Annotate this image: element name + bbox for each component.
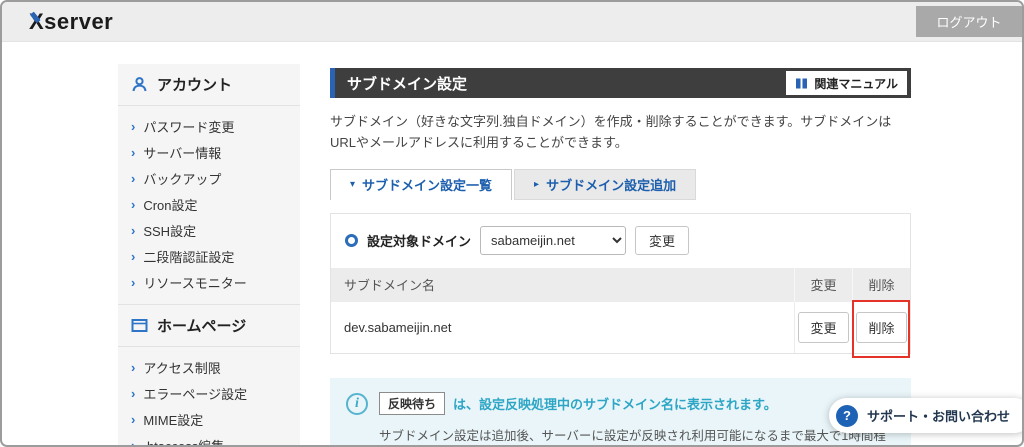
change-cell: 変更 bbox=[794, 301, 852, 353]
chevron-right-icon: › bbox=[131, 385, 136, 401]
chevron-down-icon: ▾ bbox=[350, 179, 356, 191]
user-icon bbox=[131, 76, 148, 93]
tab-subdomain-add[interactable]: ▸ サブドメイン設定追加 bbox=[514, 168, 697, 200]
sidebar-item-password-change[interactable]: › パスワード変更 bbox=[118, 113, 300, 139]
sidebar-header-homepage: ホームページ bbox=[118, 304, 300, 347]
sidebar-section-homepage: ホームページ › アクセス制限 › エラーページ設定 › MIME設定 › .htacc… bbox=[118, 304, 300, 447]
page-title: サブドメイン設定 bbox=[347, 75, 468, 93]
chevron-right-icon: ▸ bbox=[534, 178, 540, 190]
column-header-delete: 削除 bbox=[852, 267, 910, 302]
domain-change-button[interactable]: 変更 bbox=[635, 225, 690, 255]
related-manual-button[interactable]: 関連マニュアル bbox=[786, 71, 907, 95]
chevron-right-icon: › bbox=[131, 359, 136, 375]
chevron-right-icon: › bbox=[131, 411, 136, 427]
xserver-logo: Xserver bbox=[29, 9, 113, 35]
sidebar-items: ›アクセス制限 ›エラーページ設定 ›MIME設定 ›.htaccess編集 ›… bbox=[118, 347, 300, 447]
delete-cell: 削除 bbox=[852, 299, 910, 358]
sidebar-items: › パスワード変更 › サーバー情報 › バックアップ › Cron設定 › SSH設定 … bbox=[118, 106, 300, 304]
subdomain-panel: 設定対象ドメイン sabameijin.net 変更 サブドメイン名 変更 削除… bbox=[330, 212, 911, 358]
sidebar-section-title: ホームページ bbox=[157, 318, 247, 335]
main-content: サブドメイン設定 関連マニュアル サブドメイン（好きな文字列.独自ドメイン）を作… bbox=[330, 64, 911, 445]
ring-icon bbox=[345, 233, 358, 247]
subdomain-name-cell: dev.sabameijin.net bbox=[344, 319, 452, 335]
sidebar-item-cron[interactable]: › Cron設定 bbox=[118, 191, 300, 217]
app-window: Xserver ログアウト アカウント › パスワード変更 › サーバー情報 ›… bbox=[0, 0, 1024, 447]
chevron-right-icon: › bbox=[131, 222, 136, 238]
domain-selector-label: 設定対象ドメイン bbox=[367, 233, 472, 249]
sidebar-item-resource-monitor[interactable]: › リソースモニター bbox=[118, 269, 300, 295]
column-header-change: 変更 bbox=[794, 267, 852, 302]
book-icon bbox=[796, 78, 808, 88]
info-body: サブドメイン設定は追加後、サーバーに設定が反映され利用可能になるまで最大で1時間… bbox=[379, 428, 886, 443]
sidebar-item-access-restriction[interactable]: › アクセス制限 bbox=[118, 354, 300, 380]
info-title: 反映待ち は、設定反映処理中のサブドメイン名に表示されます。 bbox=[379, 391, 895, 415]
page-description: サブドメイン（好きな文字列.独自ドメイン）を作成・削除することができます。サブド… bbox=[330, 114, 892, 150]
sidebar-item-htaccess[interactable]: › .htaccess編集 bbox=[118, 432, 300, 447]
chevron-right-icon: › bbox=[131, 248, 136, 264]
page-title-bar: サブドメイン設定 関連マニュアル bbox=[330, 68, 911, 98]
pending-badge: 反映待ち bbox=[379, 391, 446, 415]
support-contact-button[interactable]: ? サポート・お問い合わせ bbox=[828, 398, 1022, 433]
info-box: i 反映待ち は、設定反映処理中のサブドメイン名に表示されます。 サブドメイン設… bbox=[330, 377, 911, 445]
browser-icon bbox=[131, 318, 148, 333]
chevron-right-icon: › bbox=[131, 144, 136, 160]
top-header: Xserver ログアウト bbox=[2, 2, 1022, 42]
sidebar-item-backup[interactable]: › バックアップ bbox=[118, 165, 300, 191]
logo-text: Xserver bbox=[29, 8, 114, 34]
tab-bar: ▾ サブドメイン設定一覧 ▸ サブドメイン設定追加 bbox=[330, 168, 911, 200]
column-header-subdomain-name: サブドメイン名 bbox=[344, 278, 436, 294]
row-change-button[interactable]: 変更 bbox=[798, 311, 849, 343]
sidebar-section-account: アカウント › パスワード変更 › サーバー情報 › バックアップ › Cron設定 ›… bbox=[118, 64, 300, 304]
info-icon: i bbox=[346, 392, 368, 415]
tab-subdomain-list[interactable]: ▾ サブドメイン設定一覧 bbox=[330, 168, 513, 200]
row-delete-button[interactable]: 削除 bbox=[856, 311, 907, 343]
sidebar-item-two-step-auth[interactable]: › 二段階認証設定 bbox=[118, 243, 300, 269]
chevron-right-icon: › bbox=[131, 170, 136, 186]
page-content: アカウント › パスワード変更 › サーバー情報 › バックアップ › Cron設定 ›… bbox=[2, 42, 1022, 447]
table-row: dev.sabameijin.net 変更 削除 bbox=[331, 299, 910, 358]
logout-button[interactable]: ログアウト bbox=[916, 6, 1022, 37]
sidebar-section-title: アカウント bbox=[157, 77, 233, 94]
chevron-right-icon: › bbox=[131, 118, 136, 134]
domain-selector-row: 設定対象ドメイン sabameijin.net 変更 bbox=[331, 214, 910, 268]
table-header-row: サブドメイン名 変更 削除 bbox=[331, 267, 910, 302]
sidebar: アカウント › パスワード変更 › サーバー情報 › バックアップ › Cron設定 ›… bbox=[118, 64, 300, 447]
sidebar-item-mime[interactable]: › MIME設定 bbox=[118, 406, 300, 432]
chevron-right-icon: › bbox=[131, 274, 136, 290]
info-content: 反映待ち は、設定反映処理中のサブドメイン名に表示されます。 サブドメイン設定は… bbox=[379, 391, 895, 445]
sidebar-item-error-page[interactable]: › エラーページ設定 bbox=[118, 380, 300, 406]
domain-select[interactable]: sabameijin.net bbox=[480, 225, 627, 255]
chevron-right-icon: › bbox=[131, 437, 136, 447]
sidebar-header-account: アカウント bbox=[118, 64, 300, 106]
sidebar-item-server-info[interactable]: › サーバー情報 bbox=[118, 139, 300, 165]
chevron-right-icon: › bbox=[131, 196, 136, 212]
sidebar-item-ssh[interactable]: › SSH設定 bbox=[118, 217, 300, 243]
question-icon: ? bbox=[835, 404, 858, 427]
